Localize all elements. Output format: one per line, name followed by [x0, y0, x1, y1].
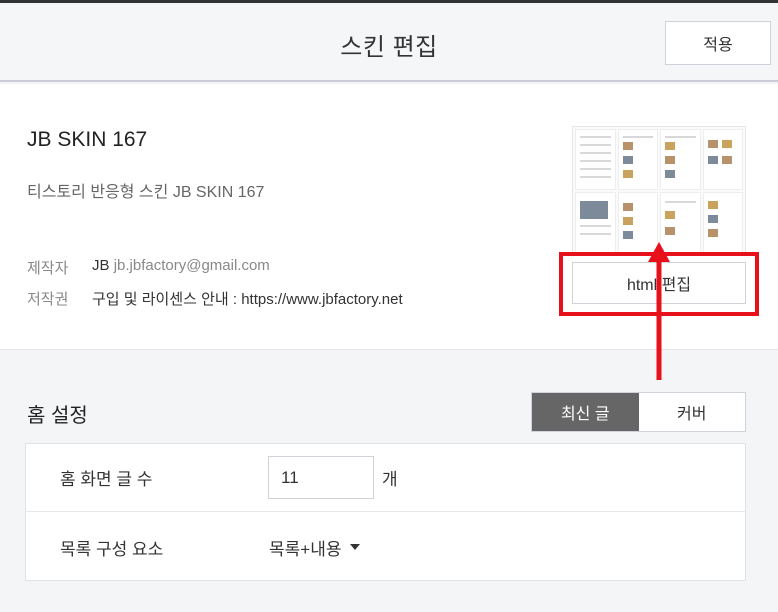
home-settings-title: 홈 설정 — [27, 405, 88, 427]
post-count-label: 홈 화면 글 수 — [60, 470, 153, 489]
thumbnail-page — [702, 129, 743, 190]
annotation-arrow-icon — [648, 242, 670, 380]
thumbnail-page — [702, 192, 743, 253]
thumbnail-page — [617, 129, 658, 190]
tab-cover[interactable]: 커버 — [638, 393, 745, 431]
caret-down-icon — [349, 544, 360, 550]
copyright-row: 저작권 구입 및 라이센스 안내 : https://www.jbfactory… — [27, 288, 403, 309]
copyright-label: 저작권 — [27, 291, 69, 308]
post-count-input[interactable] — [268, 456, 374, 499]
list-components-label: 목록 구성 요소 — [60, 539, 164, 559]
skin-preview-thumbnail — [572, 126, 746, 256]
editor-header: 스킨 편집 적용 — [0, 3, 778, 82]
list-components-value: 목록+내용 — [269, 539, 342, 559]
author-value: JB jb.jbfactory@gmail.com — [92, 257, 270, 278]
post-count-row: 홈 화면 글 수 개 — [26, 444, 745, 512]
thumbnail-page — [660, 129, 701, 190]
skin-description: 티스토리 반응형 스킨 JB SKIN 167 — [27, 184, 265, 201]
author-label: 제작자 — [27, 260, 69, 277]
list-components-select[interactable]: 목록+내용 — [269, 535, 360, 560]
author-name: JB — [92, 257, 110, 274]
home-settings-card: 홈 화면 글 수 개 목록 구성 요소 목록+내용 — [25, 443, 746, 581]
author-email: jb.jbfactory@gmail.com — [113, 257, 270, 274]
author-row: 제작자 JB jb.jbfactory@gmail.com — [27, 257, 270, 278]
home-type-toggle: 최신 글 커버 — [531, 392, 746, 432]
post-count-unit: 개 — [382, 470, 398, 489]
copyright-value: 구입 및 라이센스 안내 : https://www.jbfactory.net — [92, 291, 403, 308]
tab-latest-posts[interactable]: 최신 글 — [532, 393, 639, 431]
thumbnail-page — [575, 192, 616, 253]
apply-button[interactable]: 적용 — [665, 21, 771, 65]
list-components-row: 목록 구성 요소 목록+내용 — [26, 513, 745, 581]
thumbnail-page — [575, 129, 616, 190]
skin-name: JB SKIN 167 — [27, 128, 148, 151]
page-title: 스킨 편집 — [340, 34, 438, 61]
